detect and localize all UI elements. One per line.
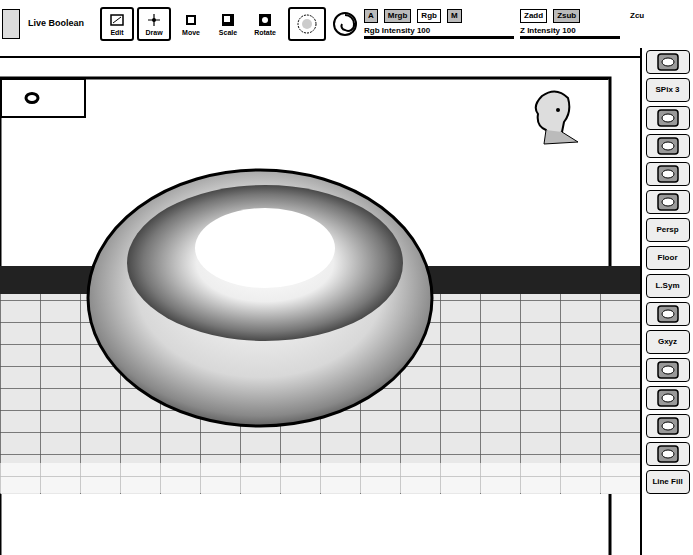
zcut-button[interactable]: Zcu [630, 10, 644, 22]
shelf-button[interactable] [646, 190, 690, 214]
scene-canvas [0, 58, 640, 555]
shelf-button[interactable]: Floor [646, 246, 690, 270]
frame-corner [560, 78, 608, 92]
tool-icon [146, 12, 162, 28]
shelf-button[interactable]: Persp [646, 218, 690, 242]
shelf-icon [656, 444, 680, 464]
shelf-button[interactable] [646, 106, 690, 130]
navigator-box[interactable] [0, 78, 86, 118]
brush-icon [296, 13, 318, 35]
mode-button[interactable]: A [364, 9, 378, 23]
z-group: Zadd Zsub Z Intensity 100 [520, 9, 620, 39]
right-shelf: SPix 3 Persp Floor L.Sym Gxyz Line Fill [640, 48, 693, 555]
shelf-button[interactable] [646, 414, 690, 438]
slider-fill [520, 36, 620, 39]
mode-button[interactable]: Zadd [520, 9, 547, 23]
color-modes: A Mrgb Rgb M [364, 9, 514, 23]
shelf-icon [656, 388, 680, 408]
shelf-icon [656, 304, 680, 324]
torus-thumb-icon [24, 92, 40, 104]
tool-icon [183, 12, 199, 28]
stroke-icon [332, 11, 358, 37]
tool-icon [220, 12, 236, 28]
shelf-icon [656, 164, 680, 184]
color-group: A Mrgb Rgb M Rgb Intensity 100 [364, 9, 514, 39]
intensity-slider[interactable]: Z Intensity 100 [520, 26, 620, 39]
main-area: SPix 3 Persp Floor L.Sym Gxyz Line Fill [0, 48, 693, 555]
shelf-button[interactable]: Line Fill [646, 470, 690, 494]
z-modes: Zadd Zsub [520, 9, 620, 23]
app: Live Boolean EditDrawMoveScaleRotate A Mrgb… [0, 0, 693, 555]
tool-button[interactable]: Rotate [248, 7, 282, 41]
tool-button[interactable]: Move [174, 7, 208, 41]
mode-button[interactable]: Zsub [553, 9, 580, 23]
live-boolean-button[interactable]: Live Boolean [26, 15, 86, 33]
shelf-icon [656, 108, 680, 128]
intensity-slider[interactable]: Rgb Intensity 100 [364, 26, 514, 39]
tool-button[interactable]: Edit [100, 7, 134, 41]
tool-button[interactable]: Scale [211, 7, 245, 41]
shelf-button[interactable]: SPix 3 [646, 78, 690, 102]
tool-group: EditDrawMoveScaleRotate [100, 7, 282, 41]
shelf-button[interactable]: Gxyz [646, 330, 690, 354]
shelf-button[interactable] [646, 358, 690, 382]
slider-track[interactable] [364, 36, 514, 39]
shelf-icon [656, 360, 680, 380]
shelf-button[interactable] [646, 302, 690, 326]
orientation-head-icon [522, 86, 582, 146]
brush-button[interactable] [288, 7, 326, 41]
mode-button[interactable]: M [447, 9, 462, 23]
shelf-button[interactable] [646, 50, 690, 74]
cut-button[interactable] [2, 9, 20, 39]
tool-icon [109, 12, 125, 28]
mode-button[interactable]: Mrgb [384, 9, 412, 23]
slider-fill [364, 36, 514, 39]
shelf-button[interactable] [646, 442, 690, 466]
shelf-icon [656, 192, 680, 212]
shelf-icon [656, 136, 680, 156]
tool-button[interactable]: Draw [137, 7, 171, 41]
slider-track[interactable] [520, 36, 620, 39]
document-viewport[interactable] [0, 56, 640, 555]
top-toolbar: Live Boolean EditDrawMoveScaleRotate A Mrgb… [0, 0, 693, 48]
shelf-button[interactable] [646, 162, 690, 186]
shelf-button[interactable]: L.Sym [646, 274, 690, 298]
shelf-icon [656, 416, 680, 436]
shelf-button[interactable] [646, 134, 690, 158]
shelf-button[interactable] [646, 386, 690, 410]
shelf-icon [656, 52, 680, 72]
tool-icon [257, 12, 273, 28]
mode-button[interactable]: Rgb [417, 9, 441, 23]
